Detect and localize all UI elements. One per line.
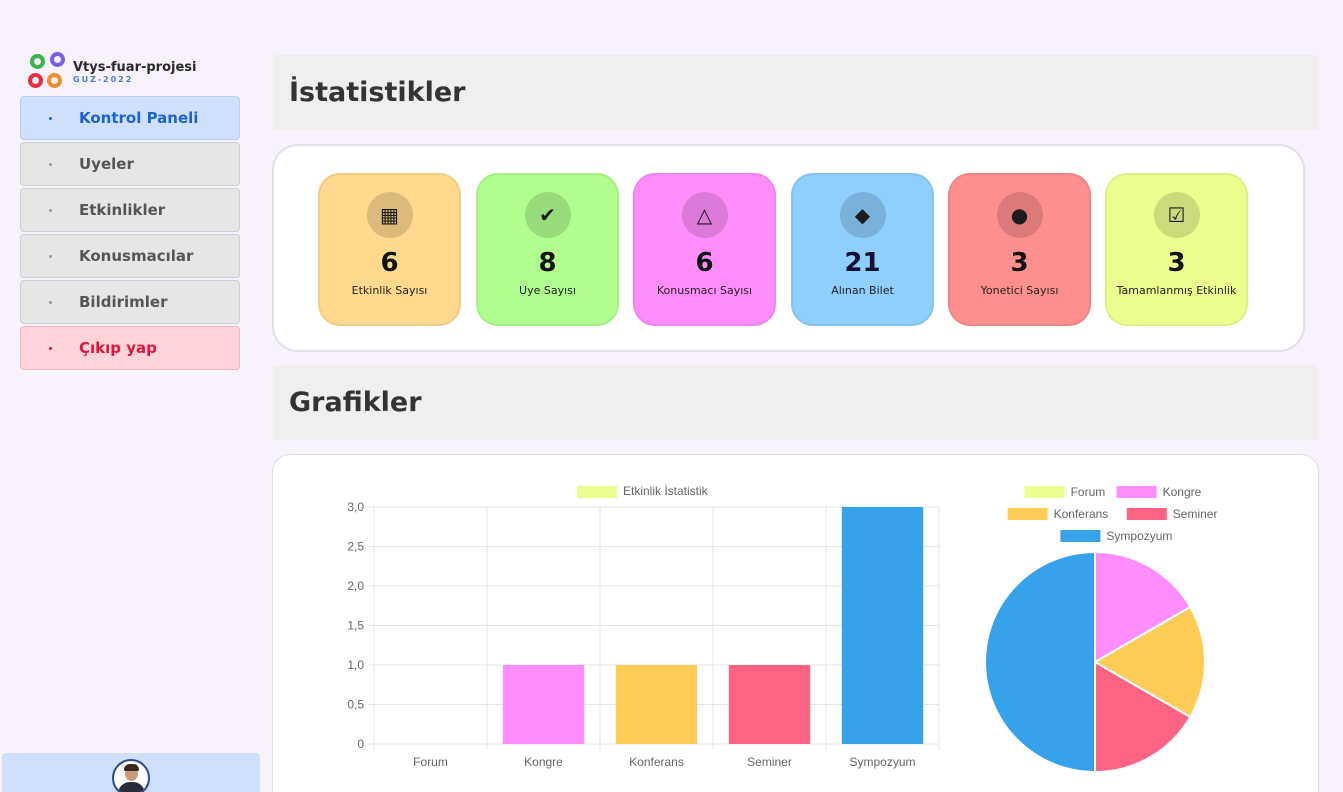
- app-title: Vtys-fuar-projesi: [73, 59, 197, 75]
- bullet-icon: [49, 162, 52, 166]
- bullet-icon: [49, 254, 52, 258]
- legend-label: Sympozyum: [1106, 529, 1172, 543]
- legend-label: Konferans: [1054, 507, 1109, 521]
- y-tick-label: 1,5: [347, 619, 364, 633]
- sidebar-item-label: Kontrol Paneli: [79, 109, 199, 127]
- sidebar-item-kontrol-paneli[interactable]: Kontrol Paneli: [20, 96, 240, 140]
- app-logo[interactable]: Vtys-fuar-projesi GUZ-2022: [28, 52, 197, 92]
- legend-label: Seminer: [1173, 507, 1218, 521]
- stat-yonetici-sayisi[interactable]: ● 3 Yonetici Sayısı: [948, 173, 1091, 326]
- stat-label: Uye Sayısı: [519, 284, 576, 297]
- bar-konferans: [615, 665, 698, 744]
- logo-mark-icon: [28, 52, 70, 92]
- legend-label: Forum: [1071, 485, 1106, 499]
- stat-value: 21: [844, 248, 881, 278]
- stat-label: Konusmacı Sayısı: [656, 284, 753, 297]
- y-tick-label: 0: [357, 737, 364, 751]
- stat-label: Etkinlik Sayısı: [351, 284, 428, 297]
- stat-uye-sayisi[interactable]: ✔ 8 Uye Sayısı: [476, 173, 619, 326]
- sidebar-item-uyeler[interactable]: Uyeler: [20, 142, 240, 186]
- sidebar-item-konusmacilar[interactable]: Konusmacılar: [20, 234, 240, 278]
- x-tick-label: Konferans: [629, 755, 684, 769]
- stat-label: Yonetici Sayısı: [980, 284, 1059, 297]
- stat-value: 3: [1010, 248, 1029, 278]
- speaker-podium-icon: △: [681, 192, 728, 238]
- sidebar-item-label: Konusmacılar: [79, 247, 194, 265]
- x-tick-label: Seminer: [747, 755, 792, 769]
- bar-kongre: [502, 665, 585, 744]
- bar-sympozyum: [841, 507, 924, 744]
- user-lock-icon: ●: [996, 192, 1043, 238]
- charts-card: Etkinlik İstatistik 3,0 2,5 2,0 1,5 1,0 0,5 0 Fo…: [272, 454, 1319, 792]
- sidebar-item-label: Uyeler: [79, 155, 134, 173]
- stat-value: 3: [1167, 248, 1186, 278]
- stat-etkinlik-sayisi[interactable]: ▦ 6 Etkinlik Sayısı: [318, 173, 461, 326]
- legend-swatch: [1060, 530, 1101, 542]
- sidebar-item-bildirimler[interactable]: Bildirimler: [20, 280, 240, 324]
- stat-tamamlanmis-etkinlik[interactable]: ☑ 3 Tamamlanmış Etkinlik: [1105, 173, 1248, 326]
- sidebar-item-etkinlikler[interactable]: Etkinlikler: [20, 188, 240, 232]
- stats-card: ▦ 6 Etkinlik Sayısı ✔ 8 Uye Sayısı △ 6 K…: [272, 144, 1305, 352]
- stat-value: 6: [695, 248, 714, 278]
- stat-value: 6: [380, 248, 399, 278]
- page-title: İstatistikler: [289, 77, 466, 108]
- y-tick-label: 2,5: [347, 540, 364, 554]
- legend-label: Kongre: [1163, 485, 1202, 499]
- y-tick-label: 1,0: [347, 658, 364, 672]
- profile-panel[interactable]: [2, 753, 260, 792]
- section-title: Grafikler: [289, 387, 422, 418]
- ticket-icon: ◆: [839, 192, 886, 238]
- legend-swatch: [1024, 486, 1065, 498]
- pie-legend: Forum Kongre Konferans SeminerSympozyum: [1007, 485, 1218, 543]
- y-tick-label: 0,5: [347, 698, 364, 712]
- pie-chart: Forum Kongre Konferans SeminerSympozyum: [984, 485, 1218, 774]
- bullet-icon: [49, 116, 52, 120]
- stat-value: 8: [538, 248, 557, 278]
- charts-section-header: Grafikler: [273, 365, 1318, 440]
- sidebar-item-label: Çıkıp yap: [79, 339, 157, 357]
- sidebar: Vtys-fuar-projesi GUZ-2022 Kontrol Panel…: [0, 0, 262, 792]
- y-tick-label: 2,0: [347, 579, 364, 593]
- bullet-icon: [49, 208, 52, 212]
- y-tick-label: 3,0: [347, 500, 364, 514]
- bar-legend: Etkinlik İstatistik: [577, 484, 709, 498]
- calendar-check-icon: ☑: [1153, 192, 1200, 238]
- legend-label: Etkinlik İstatistik: [623, 484, 709, 498]
- presentation-board-icon: ▦: [366, 192, 413, 238]
- x-tick-label: Kongre: [524, 755, 563, 769]
- legend-swatch: [1116, 486, 1157, 498]
- user-check-icon: ✔: [524, 192, 571, 238]
- avatar[interactable]: [112, 759, 150, 792]
- sidebar-nav: Kontrol Paneli Uyeler Etkinlikler Konusm…: [20, 96, 240, 372]
- x-tick-label: Sympozyum: [849, 755, 915, 769]
- stats-section-header: İstatistikler: [273, 55, 1318, 130]
- legend-swatch: [577, 486, 617, 498]
- bar-chart: Etkinlik İstatistik 3,0 2,5 2,0 1,5 1,0 0,5 0 Fo…: [347, 484, 940, 769]
- sidebar-item-label: Bildirimler: [79, 293, 168, 311]
- legend-swatch: [1126, 508, 1167, 520]
- stat-label: Tamamlanmış Etkinlik: [1116, 284, 1237, 297]
- stat-konusmaci-sayisi[interactable]: △ 6 Konusmacı Sayısı: [633, 173, 776, 326]
- logout-button[interactable]: Çıkıp yap: [20, 326, 240, 370]
- bullet-icon: [49, 346, 52, 350]
- pie-slice-sympozyum: [984, 550, 1096, 774]
- legend-swatch: [1007, 508, 1048, 520]
- sidebar-item-label: Etkinlikler: [79, 201, 166, 219]
- stat-alinan-bilet[interactable]: ◆ 21 Alınan Bilet: [791, 173, 934, 326]
- app-subtitle: GUZ-2022: [73, 74, 134, 84]
- bar-seminer: [728, 665, 811, 744]
- bullet-icon: [49, 300, 52, 304]
- x-tick-label: Forum: [413, 755, 448, 769]
- stat-label: Alınan Bilet: [831, 284, 894, 297]
